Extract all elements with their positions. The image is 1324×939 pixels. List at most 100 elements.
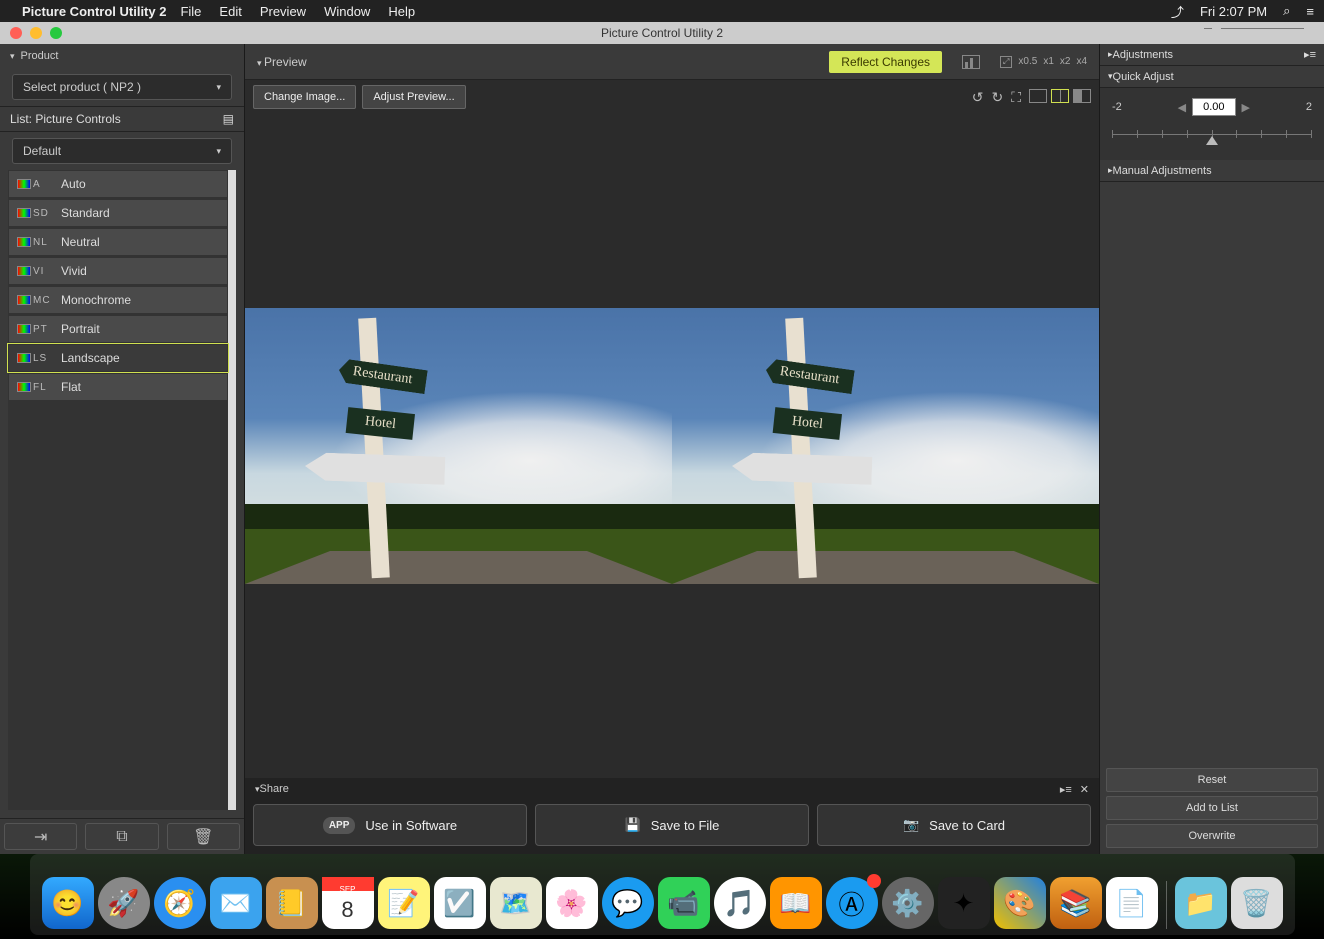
app-icon: APP <box>323 817 356 834</box>
manual-adjustments-header[interactable]: Manual Adjustments <box>1100 160 1324 182</box>
list-header: List: Picture Controls ▤ <box>0 106 244 132</box>
fit-icon[interactable]: ⤢ <box>1000 56 1012 68</box>
dock: 😊 🚀 🧭 ✉️ 📒 SEP8 📝 ☑️ 🗺️ 🌸 💬 📹 🎵 📖 Ⓐ ⚙️ ✦… <box>0 854 1324 939</box>
quick-adjust-header[interactable]: Quick Adjust <box>1100 66 1324 88</box>
product-select[interactable]: Select product ( NP2 ) <box>12 74 232 100</box>
close-share-icon[interactable]: ✕ <box>1080 783 1089 796</box>
camera-card-icon: 📷 <box>903 817 919 833</box>
menu-edit[interactable]: Edit <box>219 4 241 19</box>
share-panel: Share ▸≡ ✕ APP Use in Software 💾 Save to… <box>245 778 1099 854</box>
menu-help[interactable]: Help <box>388 4 415 19</box>
dock-picture-control[interactable]: 🎨 <box>994 877 1046 929</box>
reflect-changes-button[interactable]: Reflect Changes <box>829 51 942 73</box>
list-view-icon[interactable]: ▤ <box>223 112 234 126</box>
delete-button[interactable]: 🗑 <box>167 823 240 850</box>
overwrite-button[interactable]: Overwrite <box>1106 824 1318 848</box>
qa-slider-thumb[interactable] <box>1206 136 1218 145</box>
expand-icon[interactable]: ▸≡ <box>1060 783 1072 796</box>
dock-messages[interactable]: 💬 <box>602 877 654 929</box>
pc-item-portrait[interactable]: PTPortrait <box>8 315 228 343</box>
dock-calendar[interactable]: SEP8 <box>322 877 374 929</box>
pc-item-vivid[interactable]: VIVivid <box>8 257 228 285</box>
qa-min-label: -2 <box>1112 101 1122 113</box>
spotlight-icon[interactable]: ⌕ <box>1283 3 1290 19</box>
preview-dropdown[interactable]: Preview <box>257 55 307 69</box>
zoom-control[interactable]: ⤢ x0.5 x1 x2 x4 <box>1000 56 1087 68</box>
dock-reminders[interactable]: ☑️ <box>434 877 486 929</box>
view-single-icon[interactable] <box>1029 89 1047 103</box>
app-menu[interactable]: Picture Control Utility 2 <box>22 4 166 19</box>
product-section-header[interactable]: Product <box>0 44 244 68</box>
adjustments-header[interactable]: Adjustments▸≡ <box>1100 44 1324 66</box>
dock-sysprefs[interactable]: ⚙️ <box>882 877 934 929</box>
dock-trash[interactable]: 🗑️ <box>1231 877 1283 929</box>
window-titlebar: Picture Control Utility 2 <box>0 22 1324 44</box>
adjust-preview-button[interactable]: Adjust Preview... <box>362 85 465 109</box>
dock-launchpad[interactable]: 🚀 <box>98 877 150 929</box>
pc-item-landscape[interactable]: LSLandscape <box>8 344 228 372</box>
qa-decrease-button[interactable]: ◀ <box>1178 101 1186 114</box>
rotate-cw-icon[interactable]: ↻ <box>991 89 1003 106</box>
qa-value-input[interactable]: 0.00 <box>1192 98 1235 116</box>
dock-facetime[interactable]: 📹 <box>658 877 710 929</box>
share-header[interactable]: Share ▸≡ ✕ <box>245 778 1099 800</box>
qa-slider[interactable] <box>1112 126 1312 146</box>
dock-safari[interactable]: 🧭 <box>154 877 206 929</box>
image-toolbar: Change Image... Adjust Preview... ↺ ↻ ⛶ <box>245 80 1099 114</box>
change-image-button[interactable]: Change Image... <box>253 85 356 109</box>
expand-icon[interactable]: ▸≡ <box>1304 48 1316 61</box>
use-in-software-button[interactable]: APP Use in Software <box>253 804 527 846</box>
dock-contacts[interactable]: 📒 <box>266 877 318 929</box>
preview-toolbar: Preview Reflect Changes ⤢ x0.5 x1 x2 x4 <box>245 44 1099 80</box>
dock-mail[interactable]: ✉️ <box>210 877 262 929</box>
sidebar: Product Select product ( NP2 ) List: Pic… <box>0 44 245 854</box>
dock-downloads[interactable]: 📁 <box>1175 877 1227 929</box>
dock-itunes[interactable]: 🎵 <box>714 877 766 929</box>
preview-area: Restaurant Hotel Restaurant Hotel <box>245 114 1099 778</box>
pc-item-flat[interactable]: FLFlat <box>8 373 228 401</box>
menu-file[interactable]: File <box>180 4 201 19</box>
save-to-card-button[interactable]: 📷 Save to Card <box>817 804 1091 846</box>
save-file-icon: 💾 <box>625 817 641 833</box>
dock-finder[interactable]: 😊 <box>42 877 94 929</box>
view-split-icon[interactable] <box>1073 89 1091 103</box>
dock-textedit[interactable]: 📄 <box>1106 877 1158 929</box>
dock-notes[interactable]: 📝 <box>378 877 430 929</box>
group-select[interactable]: Default <box>12 138 232 164</box>
dock-nikon-3[interactable]: 📚 <box>1050 877 1102 929</box>
pc-item-auto[interactable]: AAuto <box>8 170 228 198</box>
clock[interactable]: Fri 2:07 PM <box>1200 4 1267 19</box>
qa-max-label: 2 <box>1306 101 1312 113</box>
window-title: Picture Control Utility 2 <box>0 26 1324 40</box>
zoom-slider[interactable] <box>1204 28 1304 29</box>
menu-preview[interactable]: Preview <box>260 4 306 19</box>
picture-control-list: AAuto SDStandard NLNeutral VIVivid MCMon… <box>8 170 236 810</box>
pc-item-standard[interactable]: SDStandard <box>8 199 228 227</box>
preview-image-adjusted: Restaurant Hotel <box>672 308 1099 584</box>
add-to-list-button[interactable]: Add to List <box>1106 796 1318 820</box>
qa-increase-button[interactable]: ▶ <box>1242 101 1250 114</box>
notification-center-icon[interactable]: ≡ <box>1306 4 1314 19</box>
reset-button[interactable]: Reset <box>1106 768 1318 792</box>
duplicate-button[interactable]: ⧉ <box>85 823 158 850</box>
histogram-icon[interactable] <box>962 55 980 69</box>
dock-photos[interactable]: 🌸 <box>546 877 598 929</box>
rotate-ccw-icon[interactable]: ↺ <box>972 89 984 106</box>
import-button[interactable]: ⇥ <box>4 823 77 850</box>
view-side-by-side-icon[interactable] <box>1051 89 1069 103</box>
save-to-file-button[interactable]: 💾 Save to File <box>535 804 809 846</box>
dock-maps[interactable]: 🗺️ <box>490 877 542 929</box>
pc-item-monochrome[interactable]: MCMonochrome <box>8 286 228 314</box>
menu-window[interactable]: Window <box>324 4 370 19</box>
system-menubar: Picture Control Utility 2 File Edit Prev… <box>0 0 1324 22</box>
status-icon[interactable]: ⤴ <box>1171 2 1184 21</box>
right-panel: Adjustments▸≡ Quick Adjust -2 ◀ 0.00 ▶ 2… <box>1099 44 1324 854</box>
arrow-sign-icon <box>731 452 872 485</box>
dock-appstore[interactable]: Ⓐ <box>826 877 878 929</box>
pc-item-neutral[interactable]: NLNeutral <box>8 228 228 256</box>
quick-adjust-body: -2 ◀ 0.00 ▶ 2 <box>1100 88 1324 160</box>
fullscreen-icon[interactable]: ⛶ <box>1011 89 1021 106</box>
dock-ibooks[interactable]: 📖 <box>770 877 822 929</box>
dock-nikon-1[interactable]: ✦ <box>938 877 990 929</box>
dock-separator <box>1166 881 1167 929</box>
